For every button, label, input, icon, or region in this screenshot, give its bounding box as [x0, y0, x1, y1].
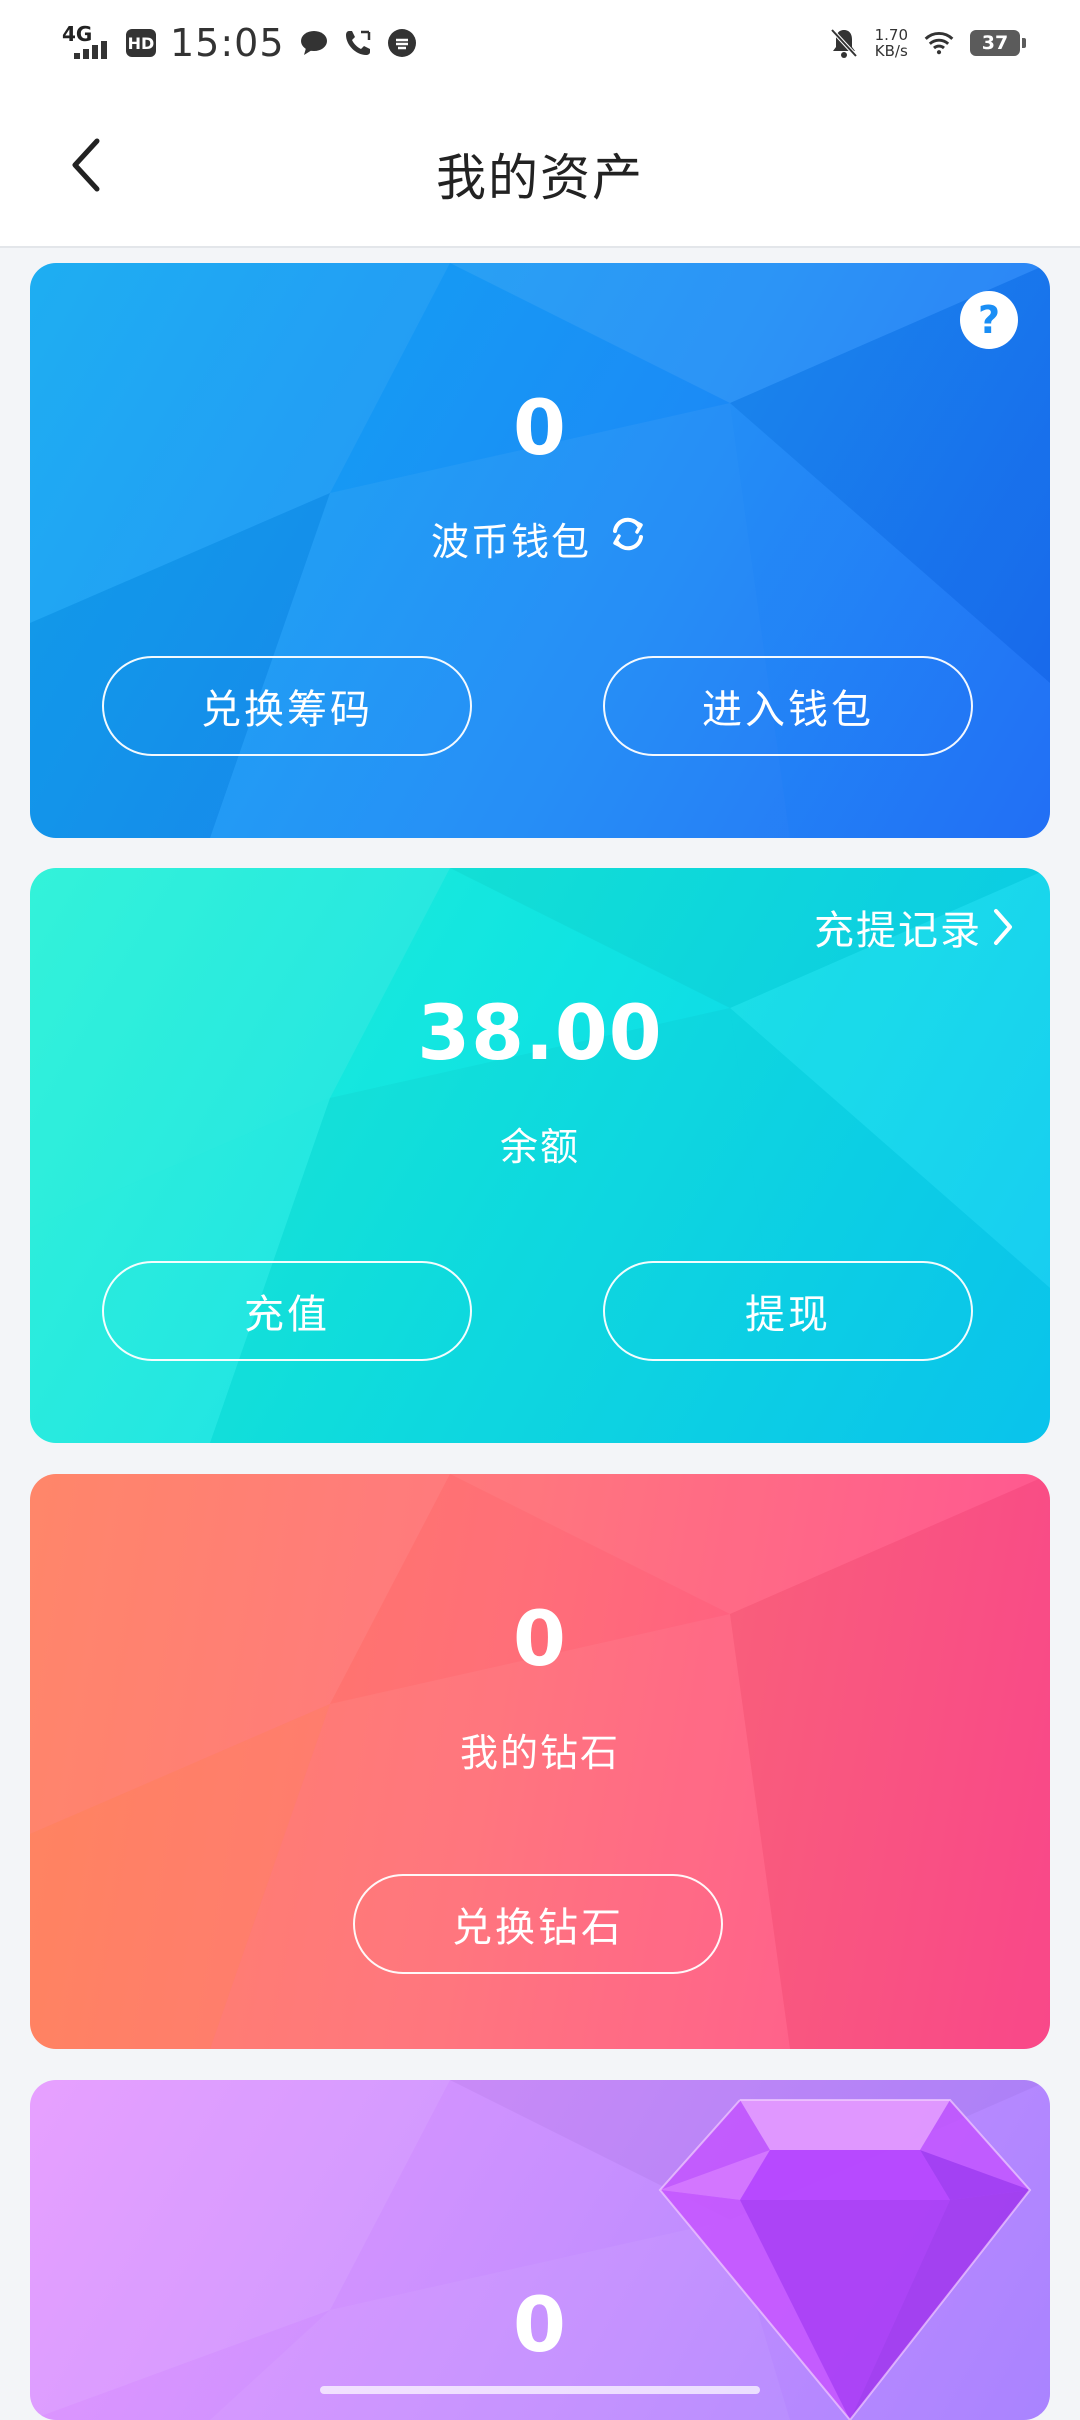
records-link-label: 充提记录 — [814, 908, 982, 954]
wallet-value: 0 — [513, 383, 567, 472]
recharge-button[interactable]: 充值 — [102, 1261, 472, 1361]
message-icon — [299, 28, 329, 58]
hd-badge: HD — [126, 29, 156, 57]
diamond-gem-icon — [658, 2099, 1032, 2420]
app-notification-icon — [387, 28, 417, 58]
wallet-card: ? 0 波币钱包 兑换筹码 进入钱包 — [30, 263, 1050, 838]
net-speed-value: 1.70 — [874, 26, 908, 44]
diamond-value: 0 — [513, 1594, 567, 1683]
mute-bell-icon — [829, 28, 859, 58]
home-indicator[interactable] — [320, 2386, 760, 2394]
battery-indicator: 37 — [970, 30, 1026, 56]
help-button[interactable]: ? — [960, 291, 1018, 349]
chevron-right-icon — [994, 909, 1012, 945]
exchange-chips-button[interactable]: 兑换筹码 — [102, 656, 472, 756]
balance-value: 38.00 — [417, 988, 663, 1077]
diamond-card: 0 我的钻石 兑换钻石 — [30, 1474, 1050, 2049]
page-title: 我的资产 — [436, 149, 644, 207]
withdraw-button[interactable]: 提现 — [603, 1261, 973, 1361]
app-header: 我的资产 — [0, 86, 1080, 248]
status-left: 4G HD 15:05 — [62, 20, 417, 66]
status-bar: 4G HD 15:05 1.70 KB/s 37 — [0, 0, 1080, 86]
status-time: 15:05 — [170, 21, 285, 65]
wifi-icon — [924, 28, 954, 58]
enter-wallet-button[interactable]: 进入钱包 — [603, 656, 973, 756]
balance-label: 余额 — [499, 1125, 580, 1169]
wallet-label: 波币钱包 — [430, 520, 591, 564]
recharge-records-link[interactable]: 充提记录 — [814, 898, 1014, 956]
status-right: 1.70 KB/s 37 — [829, 20, 1026, 66]
net-speed-unit: KB/s — [874, 42, 908, 60]
gem-value: 0 — [513, 2280, 567, 2369]
gem-card: 0 — [30, 2080, 1050, 2420]
wallet-label-row: 波币钱包 — [30, 511, 1050, 566]
diamond-label: 我的钻石 — [459, 1731, 620, 1775]
signal-icon: 4G — [62, 23, 112, 63]
phone-icon — [343, 28, 373, 58]
balance-card: 充提记录 38.00 余额 充值 提现 — [30, 868, 1050, 1443]
refresh-icon[interactable] — [607, 513, 649, 564]
exchange-diamond-button[interactable]: 兑换钻石 — [353, 1874, 723, 1974]
net-speed: 1.70 KB/s — [875, 27, 908, 59]
